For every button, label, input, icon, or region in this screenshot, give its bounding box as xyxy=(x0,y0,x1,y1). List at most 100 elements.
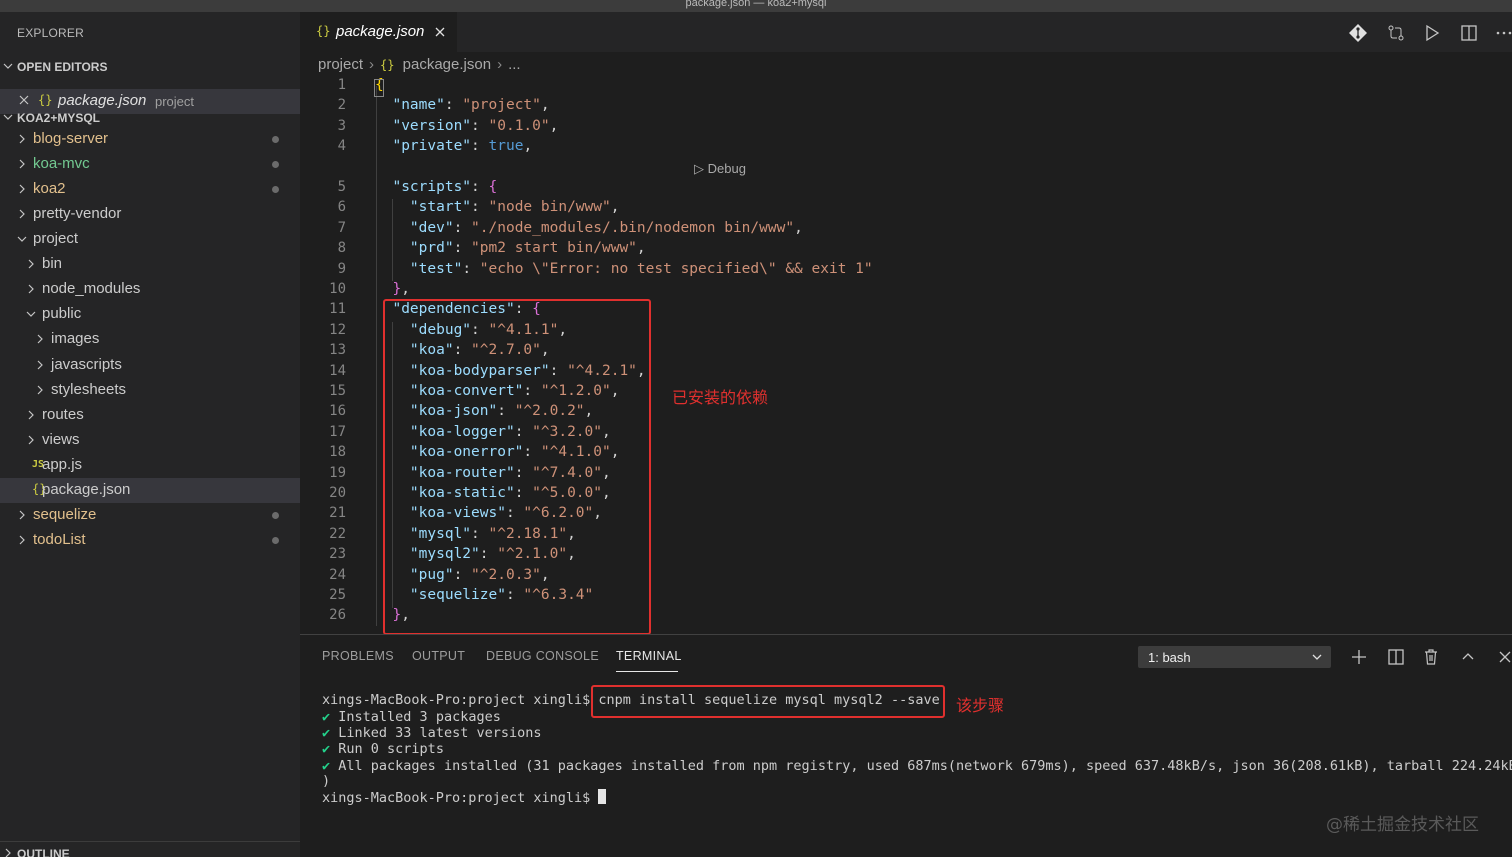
chevron-down-icon xyxy=(16,233,28,245)
line-number: 26 xyxy=(329,607,346,624)
code-line[interactable]: 7 "dev": "./node_modules/.bin/nodemon bi… xyxy=(300,219,1400,239)
breadcrumb-file[interactable]: package.json xyxy=(403,56,491,73)
tab-package-json[interactable]: {} package.json xyxy=(300,12,457,52)
sidebar-item-pretty-vendor[interactable]: pretty-vendor xyxy=(0,202,300,227)
outline-section[interactable]: OUTLINE xyxy=(0,841,300,857)
terminal-prompt: xings-MacBook-Pro:project xingli$ xyxy=(322,692,599,708)
close-icon[interactable] xyxy=(18,94,30,106)
check-icon: ✔ xyxy=(322,725,331,742)
command-annotation: 该步骤 xyxy=(956,696,1005,715)
terminal-last-line[interactable]: xings-MacBook-Pro:project xingli$ xyxy=(322,789,1512,806)
trash-icon[interactable] xyxy=(1422,648,1440,666)
tab-debug-console[interactable]: DEBUG CONSOLE xyxy=(486,649,599,663)
sidebar-item-routes[interactable]: routes xyxy=(0,403,300,428)
line-number: 2 xyxy=(337,97,346,114)
git-diamond-icon[interactable] xyxy=(1348,23,1368,43)
chevron-right-icon xyxy=(34,384,46,396)
open-editors-title: OPEN EDITORS xyxy=(17,60,108,74)
json-file-icon: {} xyxy=(380,58,395,72)
sidebar-item-images[interactable]: images xyxy=(0,327,300,352)
code-line[interactable]: 2 "name": "project", xyxy=(300,96,1400,116)
sidebar-item-package-json[interactable]: {} package.json xyxy=(0,478,300,503)
sidebar-item-stylesheets[interactable]: stylesheets xyxy=(0,378,300,403)
terminal-shell-value: 1: bash xyxy=(1148,650,1191,665)
tab-terminal[interactable]: TERMINAL xyxy=(616,649,682,663)
terminal-output-text: Installed 3 packages xyxy=(338,709,501,725)
chevron-right-icon xyxy=(34,333,46,345)
sidebar-item-project[interactable]: project xyxy=(0,227,300,252)
split-terminal-icon[interactable] xyxy=(1387,648,1405,666)
sidebar-item-sequelize[interactable]: sequelize xyxy=(0,503,300,528)
sidebar-item-blog-server[interactable]: blog-server xyxy=(0,127,300,152)
chevron-right-icon xyxy=(34,359,46,371)
chevron-right-icon xyxy=(16,208,28,220)
split-editor-icon[interactable] xyxy=(1459,23,1479,43)
dependencies-annotation: 已安装的依赖 xyxy=(672,388,769,407)
tab-problems[interactable]: PROBLEMS xyxy=(322,649,394,663)
line-number: 13 xyxy=(329,342,346,359)
close-panel-icon[interactable] xyxy=(1496,648,1512,666)
sidebar-item-views[interactable]: views xyxy=(0,428,300,453)
command-highlight-box xyxy=(591,685,945,718)
line-number: 20 xyxy=(329,485,346,501)
breadcrumb-more[interactable]: ... xyxy=(508,56,521,73)
code-line[interactable]: 1{ xyxy=(300,76,1400,96)
editor-tab-bar: {} package.json xyxy=(300,12,1512,52)
sidebar-item-javascripts[interactable]: javascripts xyxy=(0,353,300,378)
sidebar-item-node-modules[interactable]: node_modules xyxy=(0,277,300,302)
sidebar-item-public[interactable]: public xyxy=(0,302,300,327)
chevron-right-icon xyxy=(16,534,28,546)
sidebar-item-label: routes xyxy=(42,406,84,423)
new-terminal-icon[interactable] xyxy=(1350,648,1368,666)
compare-changes-icon[interactable] xyxy=(1386,23,1406,43)
sidebar-item-label: sequelize xyxy=(33,506,97,523)
code-line[interactable]: 8 "prd": "pm2 start bin/www", xyxy=(300,239,1400,259)
code-line[interactable]: 5 "scripts": { xyxy=(300,178,1400,198)
explorer-sidebar: EXPLORER OPEN EDITORS {} package.json pr… xyxy=(0,12,300,857)
outline-title: OUTLINE xyxy=(17,847,70,857)
code-line[interactable]: 10 }, xyxy=(300,280,1400,300)
line-content: "private": true, xyxy=(392,138,533,155)
terminal-shell-select[interactable]: 1: bash xyxy=(1138,646,1331,668)
sidebar-item-koa2[interactable]: koa2 xyxy=(0,177,300,202)
code-line[interactable]: 4 "private": true, xyxy=(300,137,1400,157)
sidebar-item-label: project xyxy=(33,230,79,247)
chevron-right-icon xyxy=(5,848,11,857)
close-icon[interactable] xyxy=(434,26,446,38)
title-bar: package.json — koa2+mysql xyxy=(0,0,1512,12)
breadcrumb: project › {} package.json ›... xyxy=(318,56,525,73)
more-actions-icon[interactable] xyxy=(1494,23,1512,43)
line-number: 15 xyxy=(329,383,346,399)
workspace-section[interactable]: KOA2+MYSQL xyxy=(0,107,300,129)
codelens-debug[interactable]: ▷ Debug xyxy=(694,161,746,177)
sidebar-item-label: package.json xyxy=(42,481,131,498)
tab-output[interactable]: OUTPUT xyxy=(412,649,465,663)
line-content: "test": "echo \"Error: no test specified… xyxy=(409,260,873,277)
code-line[interactable]: 9 "test": "echo \"Error: no test specifi… xyxy=(300,260,1400,280)
json-file-icon: {} xyxy=(38,93,53,107)
run-icon[interactable] xyxy=(1422,23,1442,43)
code-line[interactable]: 3 "version": "0.1.0", xyxy=(300,117,1400,137)
breadcrumb-separator-icon: › xyxy=(369,56,375,73)
chevron-up-icon[interactable] xyxy=(1459,648,1477,666)
terminal-output-line: ✔ Run 0 scripts xyxy=(322,741,1512,758)
open-editors-section[interactable]: OPEN EDITORS xyxy=(0,56,300,78)
sidebar-item-todolist[interactable]: todoList xyxy=(0,528,300,553)
sidebar-item-koa-mvc[interactable]: koa-mvc xyxy=(0,152,300,177)
line-number: 21 xyxy=(329,505,346,522)
line-number: 5 xyxy=(337,179,346,195)
sidebar-item-bin[interactable]: bin xyxy=(0,252,300,277)
modified-dot-icon xyxy=(272,512,279,519)
modified-dot-icon xyxy=(272,161,279,168)
check-icon: ✔ xyxy=(322,757,331,774)
line-content: }, xyxy=(392,281,410,297)
sidebar-item-label: bin xyxy=(42,255,63,272)
sidebar-item-label: public xyxy=(42,305,82,322)
check-icon: ✔ xyxy=(322,709,331,725)
sidebar-item-app-js[interactable]: JS app.js xyxy=(0,453,300,478)
line-number: 11 xyxy=(329,301,346,318)
watermark: @稀土掘金技术社区 xyxy=(1326,815,1479,835)
breadcrumb-folder[interactable]: project xyxy=(318,56,363,73)
modified-dot-icon xyxy=(272,537,279,544)
code-line[interactable]: 6 "start": "node bin/www", xyxy=(300,198,1400,218)
